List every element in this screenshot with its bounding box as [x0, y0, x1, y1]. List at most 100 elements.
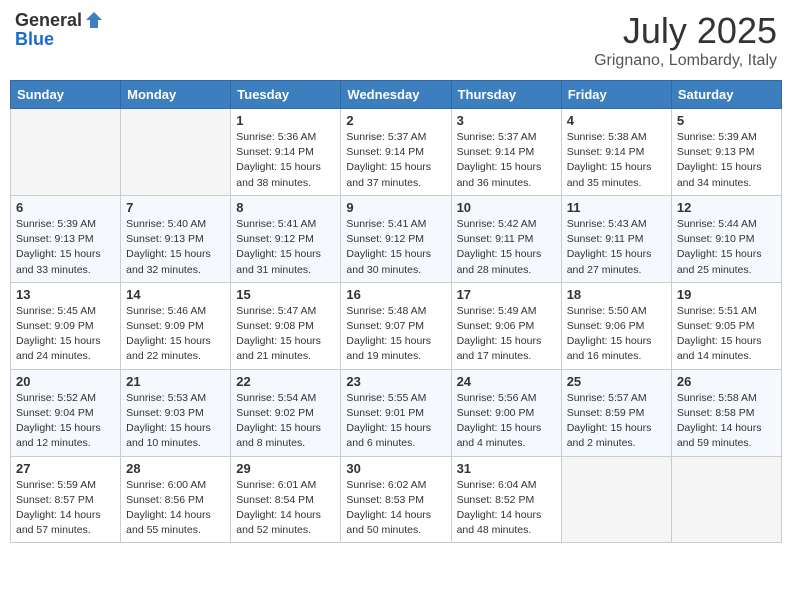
day-info: Sunrise: 6:00 AMSunset: 8:56 PMDaylight:…	[126, 478, 225, 539]
calendar-cell	[121, 109, 231, 196]
calendar-cell: 25 Sunrise: 5:57 AMSunset: 8:59 PMDayligh…	[561, 369, 671, 456]
calendar-cell: 12Sunrise: 5:44 AMSunset: 9:10 PMDayligh…	[671, 195, 781, 282]
calendar-week-1: 1 Sunrise: 5:36 AMSunset: 9:14 PMDaylight…	[11, 109, 782, 196]
day-info: Sunrise: 5:56 AMSunset: 9:00 PMDaylight:…	[457, 391, 556, 452]
day-info: Sunrise: 5:48 AMSunset: 9:07 PMDaylight:…	[346, 304, 445, 365]
calendar-table: SundayMondayTuesdayWednesdayThursdayFrid…	[10, 80, 782, 543]
calendar-cell: 11 Sunrise: 5:43 AMSunset: 9:11 PMDayligh…	[561, 195, 671, 282]
day-number: 7	[126, 200, 225, 215]
logo-blue: Blue	[15, 29, 54, 49]
day-number: 12	[677, 200, 776, 215]
day-number: 5	[677, 113, 776, 128]
calendar-cell: 3 Sunrise: 5:37 AMSunset: 9:14 PMDaylight…	[451, 109, 561, 196]
day-number: 9	[346, 200, 445, 215]
day-info: Sunrise: 5:37 AMSunset: 9:14 PMDaylight:…	[346, 130, 445, 191]
day-number: 26	[677, 374, 776, 389]
day-info: Sunrise: 5:41 AMSunset: 9:12 PMDaylight:…	[236, 217, 335, 278]
day-info: Sunrise: 5:43 AMSunset: 9:11 PMDaylight:…	[567, 217, 666, 278]
day-info: Sunrise: 5:42 AMSunset: 9:11 PMDaylight:…	[457, 217, 556, 278]
day-info: Sunrise: 5:39 AMSunset: 9:13 PMDaylight:…	[16, 217, 115, 278]
day-info: Sunrise: 6:02 AMSunset: 8:53 PMDaylight:…	[346, 478, 445, 539]
day-info: Sunrise: 5:49 AMSunset: 9:06 PMDaylight:…	[457, 304, 556, 365]
calendar-cell	[671, 456, 781, 543]
day-info: Sunrise: 5:45 AMSunset: 9:09 PMDaylight:…	[16, 304, 115, 365]
day-number: 8	[236, 200, 335, 215]
calendar-cell	[11, 109, 121, 196]
logo-general: General	[15, 11, 82, 29]
calendar-cell: 14 Sunrise: 5:46 AMSunset: 9:09 PMDayligh…	[121, 282, 231, 369]
day-number: 30	[346, 461, 445, 476]
day-number: 17	[457, 287, 556, 302]
day-header-monday: Monday	[121, 81, 231, 109]
day-info: Sunrise: 5:59 AMSunset: 8:57 PMDaylight:…	[16, 478, 115, 539]
day-number: 21	[126, 374, 225, 389]
calendar-week-2: 6 Sunrise: 5:39 AMSunset: 9:13 PMDaylight…	[11, 195, 782, 282]
logo-icon	[84, 10, 104, 30]
calendar-cell: 29Sunrise: 6:01 AMSunset: 8:54 PMDayligh…	[231, 456, 341, 543]
logo: General Blue	[15, 10, 104, 50]
day-number: 27	[16, 461, 115, 476]
calendar-cell: 16 Sunrise: 5:48 AMSunset: 9:07 PMDayligh…	[341, 282, 451, 369]
calendar-cell: 15Sunrise: 5:47 AMSunset: 9:08 PMDayligh…	[231, 282, 341, 369]
calendar-cell: 18Sunrise: 5:50 AMSunset: 9:06 PMDayligh…	[561, 282, 671, 369]
calendar-cell: 8 Sunrise: 5:41 AMSunset: 9:12 PMDaylight…	[231, 195, 341, 282]
day-number: 14	[126, 287, 225, 302]
day-info: Sunrise: 5:41 AMSunset: 9:12 PMDaylight:…	[346, 217, 445, 278]
calendar-cell: 21 Sunrise: 5:53 AMSunset: 9:03 PMDayligh…	[121, 369, 231, 456]
day-info: Sunrise: 5:53 AMSunset: 9:03 PMDaylight:…	[126, 391, 225, 452]
day-info: Sunrise: 5:52 AMSunset: 9:04 PMDaylight:…	[16, 391, 115, 452]
calendar-cell	[561, 456, 671, 543]
day-info: Sunrise: 6:04 AMSunset: 8:52 PMDaylight:…	[457, 478, 556, 539]
calendar-cell: 22Sunrise: 5:54 AMSunset: 9:02 PMDayligh…	[231, 369, 341, 456]
day-info: Sunrise: 5:40 AMSunset: 9:13 PMDaylight:…	[126, 217, 225, 278]
day-header-wednesday: Wednesday	[341, 81, 451, 109]
calendar-cell: 5 Sunrise: 5:39 AMSunset: 9:13 PMDaylight…	[671, 109, 781, 196]
day-info: Sunrise: 5:57 AMSunset: 8:59 PMDaylight:…	[567, 391, 666, 452]
page-header: General Blue July 2025 Grignano, Lombard…	[10, 10, 782, 70]
day-header-friday: Friday	[561, 81, 671, 109]
day-header-thursday: Thursday	[451, 81, 561, 109]
day-info: Sunrise: 5:51 AMSunset: 9:05 PMDaylight:…	[677, 304, 776, 365]
calendar-header-row: SundayMondayTuesdayWednesdayThursdayFrid…	[11, 81, 782, 109]
day-info: Sunrise: 5:39 AMSunset: 9:13 PMDaylight:…	[677, 130, 776, 191]
day-number: 4	[567, 113, 666, 128]
day-number: 2	[346, 113, 445, 128]
day-info: Sunrise: 5:58 AMSunset: 8:58 PMDaylight:…	[677, 391, 776, 452]
calendar-cell: 30 Sunrise: 6:02 AMSunset: 8:53 PMDayligh…	[341, 456, 451, 543]
calendar-cell: 9 Sunrise: 5:41 AMSunset: 9:12 PMDaylight…	[341, 195, 451, 282]
day-info: Sunrise: 5:55 AMSunset: 9:01 PMDaylight:…	[346, 391, 445, 452]
day-header-sunday: Sunday	[11, 81, 121, 109]
day-number: 6	[16, 200, 115, 215]
calendar-week-3: 13Sunrise: 5:45 AMSunset: 9:09 PMDayligh…	[11, 282, 782, 369]
day-info: Sunrise: 6:01 AMSunset: 8:54 PMDaylight:…	[236, 478, 335, 539]
day-number: 3	[457, 113, 556, 128]
calendar-cell: 19 Sunrise: 5:51 AMSunset: 9:05 PMDayligh…	[671, 282, 781, 369]
calendar-cell: 7 Sunrise: 5:40 AMSunset: 9:13 PMDaylight…	[121, 195, 231, 282]
calendar-cell: 23Sunrise: 5:55 AMSunset: 9:01 PMDayligh…	[341, 369, 451, 456]
day-number: 11	[567, 200, 666, 215]
calendar-cell: 2 Sunrise: 5:37 AMSunset: 9:14 PMDaylight…	[341, 109, 451, 196]
day-info: Sunrise: 5:36 AMSunset: 9:14 PMDaylight:…	[236, 130, 335, 191]
calendar-cell: 20 Sunrise: 5:52 AMSunset: 9:04 PMDayligh…	[11, 369, 121, 456]
day-number: 19	[677, 287, 776, 302]
day-number: 16	[346, 287, 445, 302]
calendar-cell: 1 Sunrise: 5:36 AMSunset: 9:14 PMDaylight…	[231, 109, 341, 196]
day-info: Sunrise: 5:50 AMSunset: 9:06 PMDaylight:…	[567, 304, 666, 365]
calendar-cell: 13Sunrise: 5:45 AMSunset: 9:09 PMDayligh…	[11, 282, 121, 369]
day-number: 24	[457, 374, 556, 389]
calendar-cell: 24 Sunrise: 5:56 AMSunset: 9:00 PMDayligh…	[451, 369, 561, 456]
calendar-cell: 17 Sunrise: 5:49 AMSunset: 9:06 PMDayligh…	[451, 282, 561, 369]
day-info: Sunrise: 5:46 AMSunset: 9:09 PMDaylight:…	[126, 304, 225, 365]
location-title: Grignano, Lombardy, Italy	[594, 52, 777, 70]
calendar-cell: 31Sunrise: 6:04 AMSunset: 8:52 PMDayligh…	[451, 456, 561, 543]
day-number: 1	[236, 113, 335, 128]
day-info: Sunrise: 5:47 AMSunset: 9:08 PMDaylight:…	[236, 304, 335, 365]
calendar-cell: 28Sunrise: 6:00 AMSunset: 8:56 PMDayligh…	[121, 456, 231, 543]
day-info: Sunrise: 5:37 AMSunset: 9:14 PMDaylight:…	[457, 130, 556, 191]
calendar-week-5: 27 Sunrise: 5:59 AMSunset: 8:57 PMDayligh…	[11, 456, 782, 543]
day-info: Sunrise: 5:54 AMSunset: 9:02 PMDaylight:…	[236, 391, 335, 452]
calendar-cell: 4Sunrise: 5:38 AMSunset: 9:14 PMDaylight…	[561, 109, 671, 196]
day-number: 25	[567, 374, 666, 389]
calendar-cell: 6 Sunrise: 5:39 AMSunset: 9:13 PMDaylight…	[11, 195, 121, 282]
day-number: 20	[16, 374, 115, 389]
